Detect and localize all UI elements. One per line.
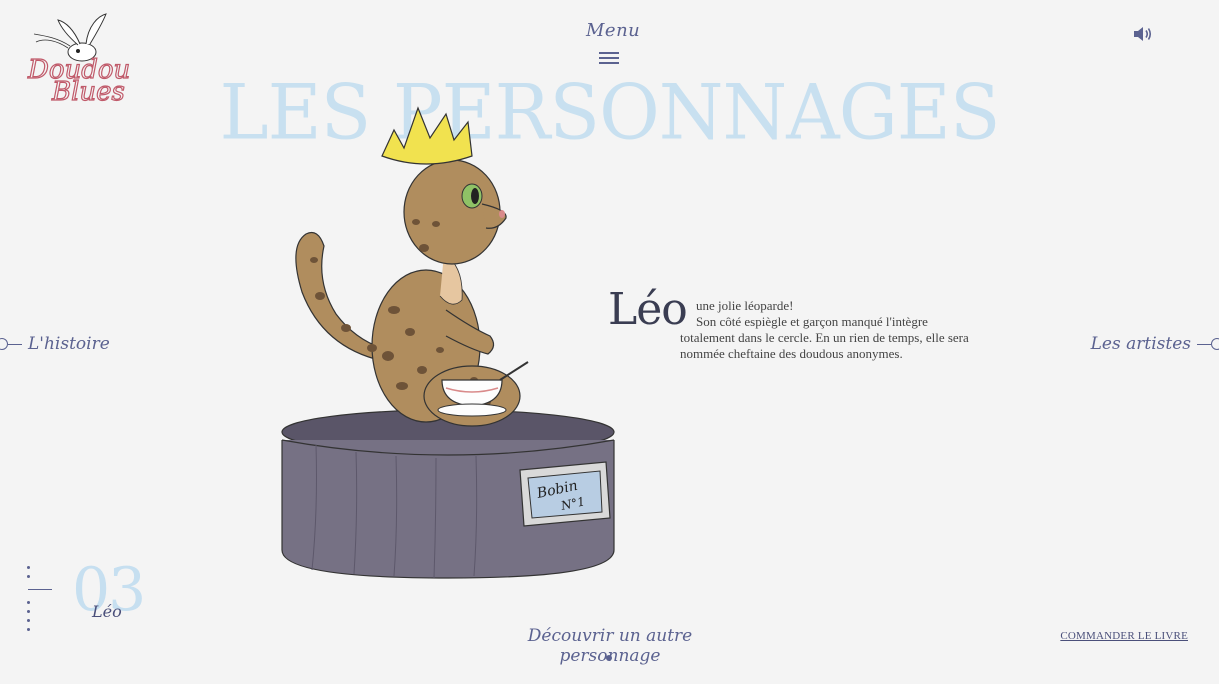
nav-left-label: L'histoire: [28, 334, 110, 354]
nav-prev-histoire[interactable]: L'histoire: [0, 334, 110, 354]
order-book-link[interactable]: COMMANDER LE LIVRE: [1040, 630, 1188, 642]
nav-right-label: Les artistes: [1090, 334, 1191, 354]
nav-next-artistes[interactable]: Les artistes: [1091, 334, 1219, 354]
description-body: Son côté espiègle et garçon manqué l'int…: [680, 314, 969, 361]
character-name: Léo: [608, 284, 688, 335]
pagination-dots[interactable]: [27, 566, 33, 634]
circle-icon: [0, 338, 8, 350]
counter-line: [28, 589, 52, 590]
counter-character-name: Léo: [92, 602, 122, 621]
character-description: une jolie léoparde! Son côté espiègle et…: [680, 298, 980, 362]
description-first-line: une jolie léoparde!: [696, 298, 794, 313]
character-illustration: Bobin N°1: [276, 100, 621, 580]
menu-label[interactable]: Menu: [586, 20, 640, 41]
hamburger-icon[interactable]: [599, 52, 619, 64]
speaker-icon[interactable]: [1133, 26, 1153, 42]
circle-icon: [1211, 338, 1219, 350]
discover-dot-icon[interactable]: [606, 655, 612, 661]
